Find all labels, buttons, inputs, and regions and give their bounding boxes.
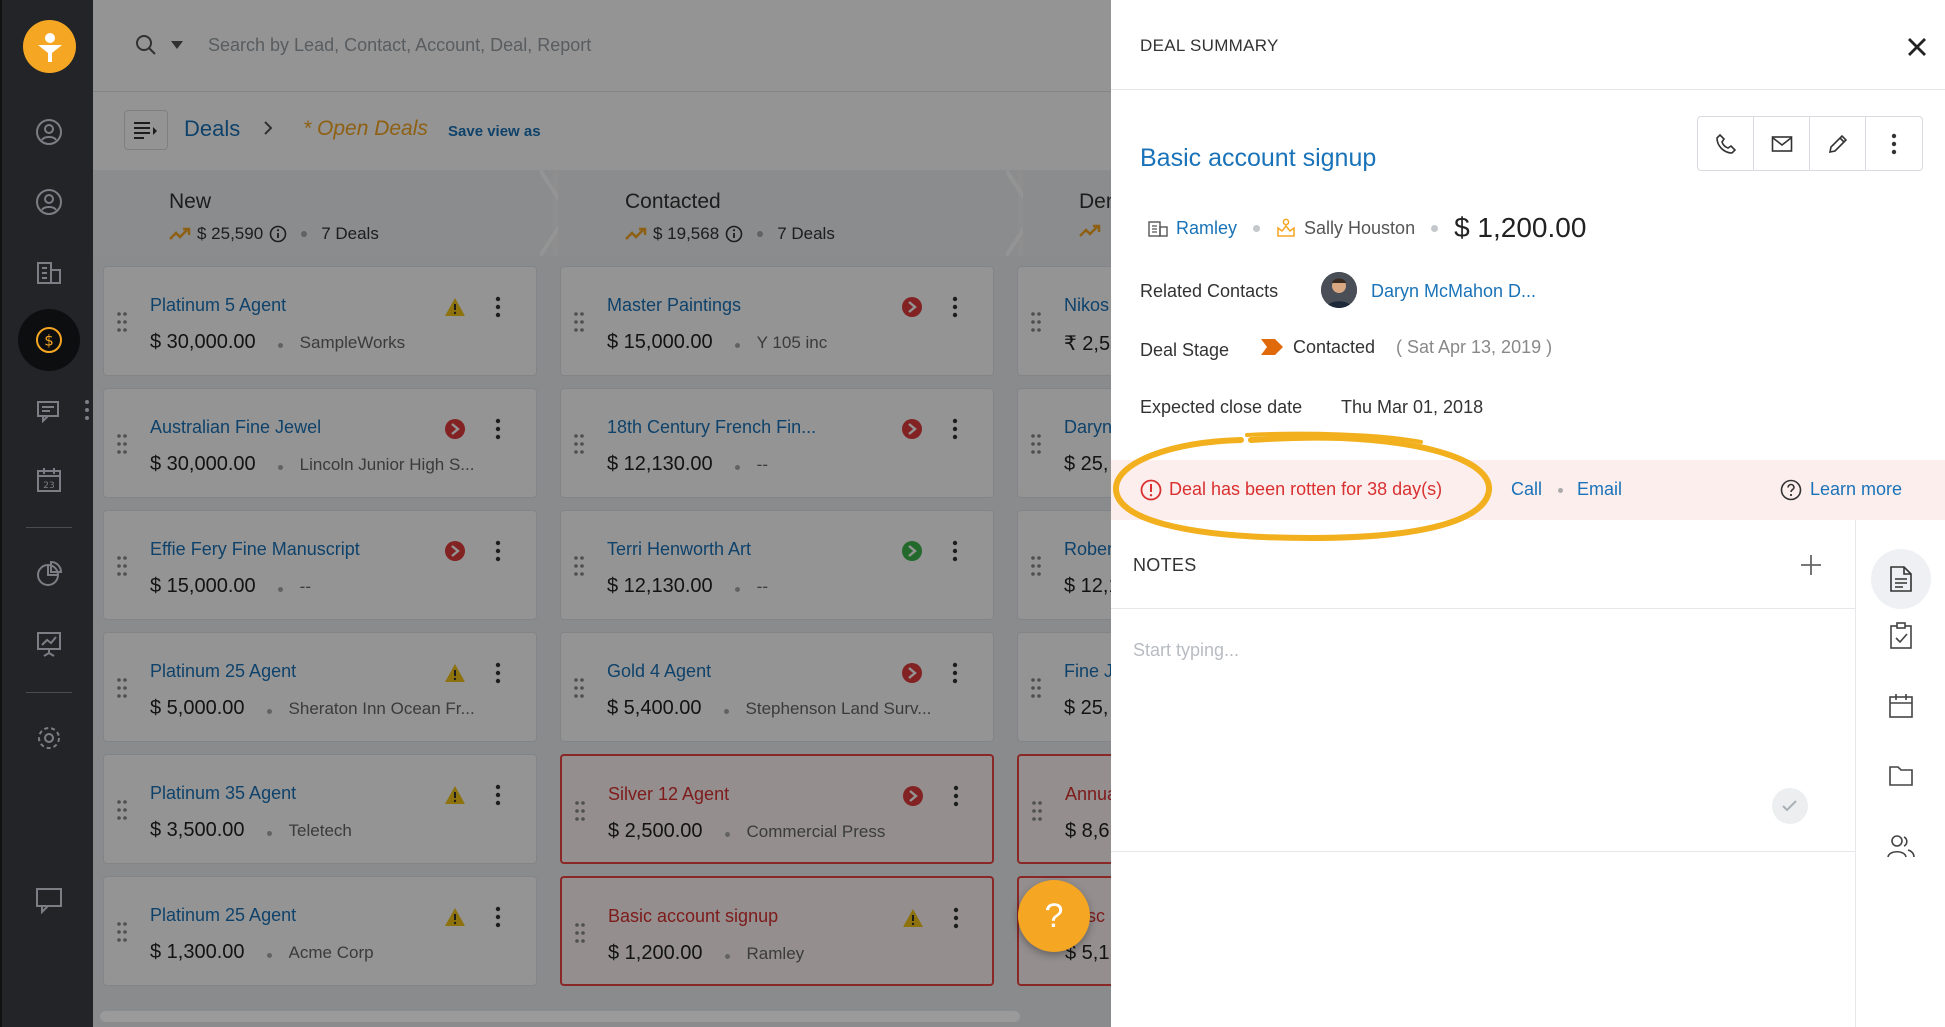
mail-icon [1771, 135, 1792, 152]
related-contacts-label: Related Contacts [1140, 281, 1279, 301]
deal-value: $ 1,200.00 [1454, 212, 1587, 243]
email-button[interactable] [1754, 117, 1810, 170]
nav-messages-icon[interactable] [2, 384, 95, 440]
more-options-button[interactable] [1866, 117, 1922, 170]
kebab-icon [1891, 133, 1897, 154]
alert-circle-icon [1140, 479, 1162, 501]
help-circle-icon[interactable] [1780, 479, 1802, 501]
deal-name[interactable]: Basic account signup [1140, 144, 1376, 173]
notes-tab-button[interactable] [1871, 549, 1931, 609]
deal-summary-panel: DEAL SUMMARY Basic account signup Ramley… [1111, 0, 1945, 1027]
avatar[interactable] [1321, 272, 1357, 308]
owner-crown-icon [1277, 218, 1295, 237]
rotten-call-link[interactable]: Call [1511, 479, 1542, 500]
contacts-icon [35, 189, 62, 215]
pie-chart-icon [36, 560, 62, 586]
users-icon [1887, 835, 1915, 858]
rotten-email-link[interactable]: Email [1577, 479, 1622, 500]
panel-side-toolbar [1855, 520, 1945, 1027]
notes-title: NOTES [1133, 555, 1197, 575]
appointments-tab-button[interactable] [1871, 676, 1931, 736]
calendar-icon [1889, 694, 1913, 718]
add-note-icon[interactable] [1799, 553, 1823, 577]
building-icon [36, 262, 61, 284]
horizontal-scrollbar[interactable] [100, 1011, 1020, 1022]
document-icon [1890, 566, 1912, 592]
nav-separator [26, 527, 72, 528]
dollar-icon: $ [35, 327, 62, 353]
left-nav-rail: $ 23 [0, 0, 93, 1027]
check-icon [1782, 800, 1797, 812]
expected-close-date-label: Expected close date [1140, 397, 1303, 417]
save-note-button[interactable] [1772, 788, 1808, 824]
panel-title: DEAL SUMMARY [1140, 36, 1279, 55]
contacts-tab-button[interactable] [1871, 816, 1931, 876]
speech-bubble-icon [35, 888, 62, 915]
gear-icon [37, 727, 60, 749]
more-dots-icon[interactable] [85, 398, 89, 422]
notes-header: NOTES [1111, 520, 1855, 609]
deal-stage-label: Deal Stage [1140, 340, 1230, 360]
folder-icon [1889, 766, 1913, 786]
calendar-icon: 23 [36, 468, 61, 492]
app-logo[interactable] [23, 20, 76, 73]
svg-text:$: $ [44, 332, 54, 350]
separator-dot [1431, 224, 1439, 232]
notes-input[interactable] [1133, 640, 1823, 790]
phone-icon [1715, 133, 1736, 154]
nav-deals-icon[interactable]: $ [2, 309, 95, 371]
nav-deals-active: $ [17, 309, 80, 371]
nav-feedback-icon[interactable] [2, 872, 95, 928]
clipboard-check-icon [1890, 622, 1912, 649]
nav-dashboard-icon[interactable] [2, 616, 95, 672]
rotten-message: Deal has been rotten for 38 day(s) [1169, 479, 1443, 499]
help-button[interactable]: ? [1018, 880, 1090, 952]
nav-contacts-icon[interactable] [2, 174, 95, 230]
account-link[interactable]: Ramley [1176, 218, 1237, 239]
deal-stage-date: ( Sat Apr 13, 2019 ) [1396, 337, 1553, 357]
edit-button[interactable] [1810, 117, 1866, 170]
nav-calendar-icon[interactable]: 23 [2, 452, 95, 508]
pencil-icon [1828, 134, 1847, 153]
related-contact-link[interactable]: Daryn McMahon D... [1371, 281, 1536, 302]
person-photo-icon [1321, 272, 1357, 308]
building-icon [1148, 221, 1168, 237]
nav-reports-icon[interactable] [2, 546, 95, 602]
deal-action-group [1697, 116, 1923, 171]
stage-flag-icon [1261, 339, 1283, 355]
separator-dot [1253, 224, 1261, 232]
owner-name: Sally Houston [1304, 217, 1416, 238]
call-button[interactable] [1698, 117, 1754, 170]
svg-text:23: 23 [43, 481, 54, 491]
panel-header: DEAL SUMMARY [1111, 0, 1945, 90]
nav-accounts-icon[interactable] [2, 244, 95, 300]
deal-stage-value: Contacted [1293, 337, 1376, 357]
tasks-tab-button[interactable] [1871, 606, 1931, 666]
logo-icon [37, 32, 62, 62]
deal-meta: Ramley Sally Houston $ 1,200.00 [1148, 212, 1586, 244]
expected-close-date-value: Thu Mar 01, 2018 [1341, 397, 1484, 417]
close-icon[interactable] [1905, 35, 1929, 59]
learn-more-link[interactable]: Learn more [1810, 479, 1902, 500]
rotten-deal-alert: Deal has been rotten for 38 day(s) Call … [1111, 460, 1945, 520]
files-tab-button[interactable] [1871, 746, 1931, 806]
presentation-icon [36, 632, 61, 657]
leads-icon [35, 119, 62, 145]
nav-leads-icon[interactable] [2, 104, 95, 160]
nav-settings-icon[interactable] [2, 710, 95, 766]
notes-section: NOTES [1111, 520, 1855, 852]
chat-icon [36, 401, 59, 424]
nav-separator [26, 692, 72, 693]
separator-dot [1558, 488, 1563, 493]
